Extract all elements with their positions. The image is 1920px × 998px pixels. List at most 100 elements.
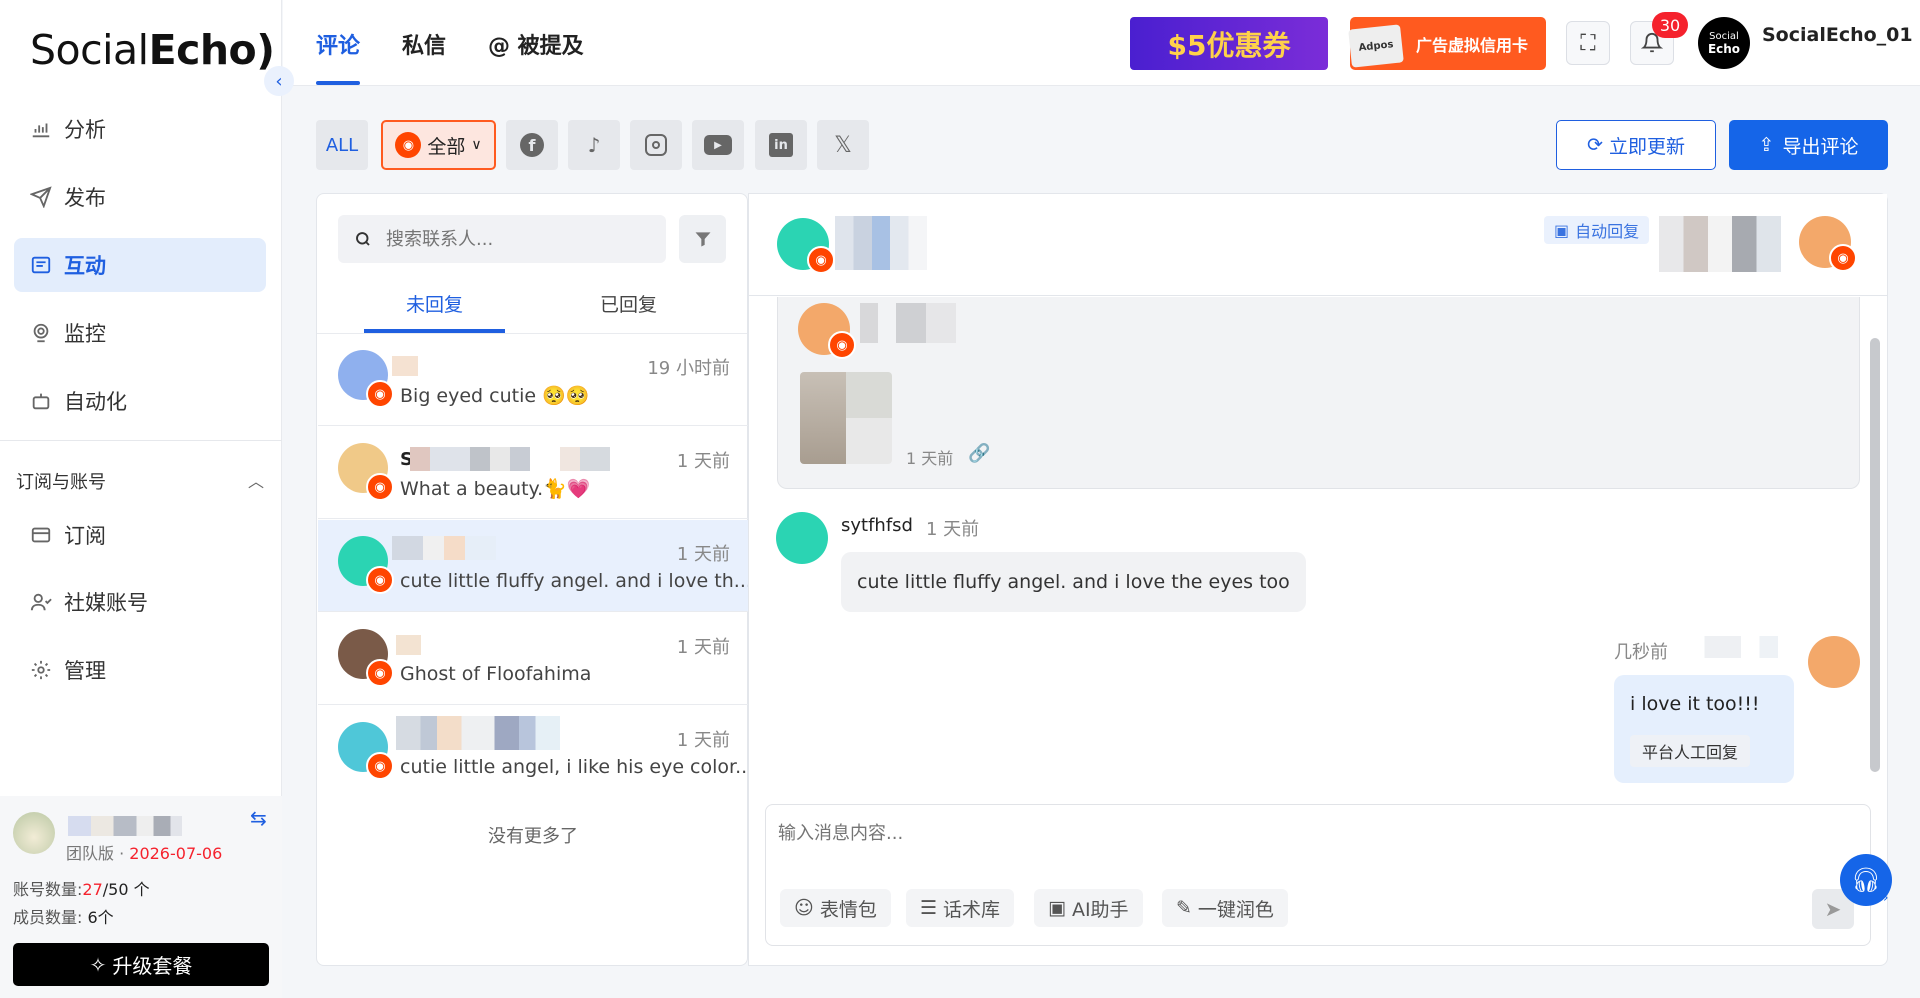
coupon-banner[interactable]: $5优惠券: [1130, 17, 1328, 70]
list-item[interactable]: ◉ 19 小时前 Big eyed cutie 🥺🥺: [318, 334, 748, 426]
item-time: 1 天前: [676, 451, 730, 472]
instagram-filter[interactable]: [630, 120, 682, 170]
sidebar-item-label: 监控: [64, 322, 106, 346]
notification-badge: 30: [1652, 12, 1688, 38]
comment-time: 1 天前: [926, 519, 980, 540]
link-icon[interactable]: 🔗: [968, 443, 990, 464]
post-title-blurred: [835, 216, 927, 270]
emoji-button[interactable]: ☺ 表情包: [780, 889, 891, 927]
tab-messages[interactable]: 私信: [402, 28, 446, 60]
reddit-icon: ◉: [366, 473, 394, 501]
virtual-card-banner[interactable]: Adpos 广告虚拟信用卡: [1348, 17, 1546, 70]
upgrade-button[interactable]: ✧ 升级套餐: [13, 943, 269, 986]
sidebar-item-analytics[interactable]: 分析: [14, 102, 266, 156]
tab-comments[interactable]: 评论: [316, 28, 360, 60]
linkedin-filter[interactable]: in: [755, 120, 807, 170]
message-icon: [28, 252, 54, 278]
tiktok-filter[interactable]: ♪: [568, 120, 620, 170]
script-library-button[interactable]: ☰ 话术库: [906, 889, 1015, 927]
name-blurred: [396, 716, 560, 750]
sidebar-item-automation[interactable]: 自动化: [14, 374, 266, 428]
export-comments-button[interactable]: ⇪ 导出评论: [1729, 120, 1888, 170]
comment-bubble: cute little fluffy angel. and i love the…: [841, 552, 1306, 612]
message-input[interactable]: [778, 819, 1838, 859]
filter-button[interactable]: [679, 215, 726, 263]
list-icon: ☰: [920, 897, 938, 919]
divider: [0, 440, 282, 441]
sidebar-item-engage[interactable]: 互动: [14, 238, 266, 292]
refresh-button[interactable]: ⟳ 立即更新: [1556, 120, 1716, 170]
fullscreen-button[interactable]: ⛶: [1566, 21, 1610, 65]
robot-icon: ▣: [1048, 897, 1066, 919]
reply-text: i love it too!!!: [1630, 693, 1760, 715]
sidebar-item-social-accounts[interactable]: 社媒账号: [14, 575, 266, 629]
reddit-icon: ◉: [395, 132, 422, 158]
collapse-sidebar-button[interactable]: ‹: [264, 66, 294, 96]
reddit-icon: ◉: [366, 752, 394, 780]
sidebar: SocialEcho) 分析 发布 互动 监控 自动化 订阅与账号 ︿ 订阅 社…: [0, 0, 282, 998]
ai-assistant-button[interactable]: ▣ AI助手: [1034, 889, 1143, 927]
scrollbar[interactable]: [1870, 338, 1880, 772]
sidebar-item-manage[interactable]: 管理: [14, 643, 266, 697]
sidebar-item-subscription[interactable]: 订阅: [14, 508, 266, 562]
reply-tag: 平台人工回复: [1630, 735, 1751, 767]
commenter-avatar: [776, 512, 828, 564]
send-icon: [28, 184, 54, 210]
sidebar-item-label: 社媒账号: [64, 591, 148, 615]
magic-wand-icon: ✎: [1176, 897, 1192, 919]
active-tab-indicator: [316, 81, 360, 85]
item-text: cutie little angel, i like his eye color…: [400, 756, 754, 778]
tab-replied[interactable]: 已回复: [600, 290, 657, 317]
list-item[interactable]: ◉ 1 天前 cutie little angel, i like his ey…: [318, 706, 753, 798]
monitor-icon: [28, 320, 54, 346]
search-box[interactable]: [338, 215, 666, 263]
app-logo[interactable]: SocialEcho): [30, 26, 275, 74]
tab-unreplied[interactable]: 未回复: [406, 290, 463, 317]
card-image: Adpos: [1348, 24, 1404, 68]
reddit-icon: ◉: [366, 566, 394, 594]
replier-avatar: [1808, 636, 1860, 688]
polish-button[interactable]: ✎ 一键润色: [1162, 889, 1288, 927]
name-blurred: [410, 447, 610, 471]
no-more-label: 没有更多了: [488, 826, 578, 847]
post-images[interactable]: [800, 372, 892, 464]
chart-icon: [28, 116, 54, 142]
accounts-count: 账号数量:27/50 个: [13, 880, 150, 899]
youtube-filter[interactable]: ▶: [692, 120, 744, 170]
send-icon: ➤: [1824, 897, 1842, 921]
sidebar-item-monitor[interactable]: 监控: [14, 306, 266, 360]
list-item[interactable]: ◉ 1 天前 Ghost of Floofahima: [318, 613, 748, 705]
chevron-down-icon: ∨: [471, 137, 482, 153]
account-name-blurred: [68, 816, 182, 836]
section-title: 订阅与账号: [16, 472, 106, 493]
name-blurred: [392, 356, 496, 376]
sidebar-item-label: 发布: [64, 186, 106, 210]
reddit-filter-dropdown[interactable]: ◉ 全部 ∨: [381, 120, 496, 170]
user-avatar[interactable]: Social Echo: [1698, 17, 1750, 69]
sidebar-item-publish[interactable]: 发布: [14, 170, 266, 224]
chevron-up-icon[interactable]: ︿: [248, 468, 264, 492]
avatar[interactable]: [13, 812, 55, 854]
username[interactable]: SocialEcho_01: [1762, 24, 1913, 46]
robot-icon: [28, 388, 54, 414]
x-filter[interactable]: 𝕏: [817, 120, 869, 170]
facebook-filter[interactable]: f: [506, 120, 558, 170]
sidebar-item-label: 订阅: [64, 524, 106, 548]
auto-reply-tag[interactable]: ▣ 自动回复: [1544, 216, 1650, 244]
list-item[interactable]: ◉ 1 天前 cute little fluffy angel. and i l…: [318, 520, 752, 612]
tiktok-icon: ♪: [587, 133, 601, 157]
funnel-icon: [695, 232, 710, 247]
search-input[interactable]: [386, 228, 646, 250]
chevron-left-icon: ‹: [275, 70, 283, 92]
item-time: 19 小时前: [647, 358, 730, 379]
plan-info: 团队版 · 2026-07-06: [66, 844, 223, 863]
switch-account-icon[interactable]: ⇆: [250, 806, 267, 830]
list-item[interactable]: ◉ S 1 天前 What a beauty.🐈💗: [318, 427, 748, 519]
filter-all[interactable]: ALL: [316, 120, 368, 170]
double-chevron-icon[interactable]: »: [1880, 890, 1889, 906]
reddit-icon: ◉: [828, 331, 856, 359]
headset-icon: 🎧︎: [1850, 866, 1882, 894]
robot-icon: ▣: [1554, 220, 1570, 240]
tab-mentions[interactable]: @ 被提及: [488, 28, 584, 60]
refresh-icon: ⟳: [1587, 134, 1603, 156]
